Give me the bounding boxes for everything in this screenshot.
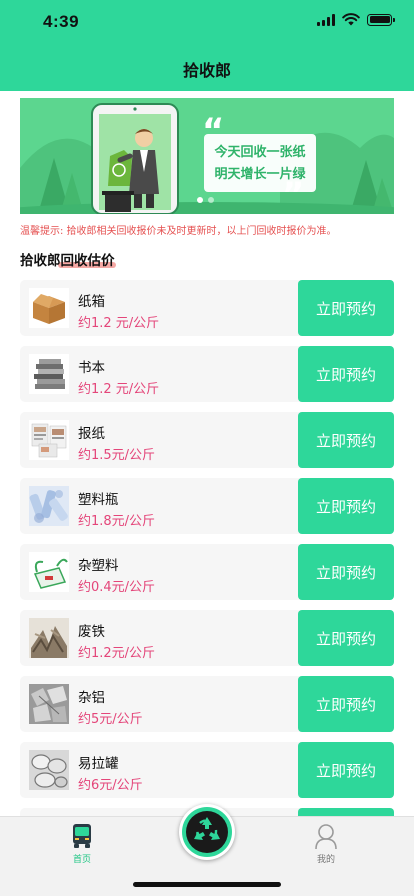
book-button-partial[interactable]	[298, 808, 394, 816]
status-bar: 4:39	[0, 0, 414, 46]
list-item: 纸箱 约1.2 元/公斤 立即预约	[20, 280, 394, 336]
tab-home[interactable]: 首页	[52, 821, 112, 867]
item-name: 塑料瓶	[78, 492, 119, 508]
item-name: 废铁	[78, 624, 105, 640]
item-price: 约1.2 元/公斤	[78, 382, 160, 397]
scrap-iron-icon	[29, 618, 69, 658]
item-price: 约6元/公斤	[78, 778, 143, 793]
item-price: 约1.2 元/公斤	[78, 316, 160, 331]
item-price: 约1.8元/公斤	[78, 514, 156, 529]
plastic-bottles-icon	[29, 486, 69, 526]
notice-text: 温馨提示: 拾收郎相关回收报价未及时更新时，以上门回收时报价为准。	[20, 226, 337, 237]
item-name: 杂铝	[78, 690, 105, 706]
home-indicator	[133, 882, 281, 887]
battery-icon	[367, 13, 395, 26]
status-icons	[317, 13, 395, 26]
book-button[interactable]: 立即预约	[298, 742, 394, 798]
list-item: 废铁 约1.2元/公斤 立即预约	[20, 610, 394, 666]
status-time: 4:39	[43, 12, 80, 31]
book-button[interactable]: 立即预约	[298, 346, 394, 402]
tab-mine-label: 我的	[316, 855, 335, 865]
aluminum-scrap-icon	[29, 684, 69, 724]
item-list: 纸箱 约1.2 元/公斤 立即预约 书本 约1.2 元/公斤 立即预约 报纸 约…	[20, 280, 394, 816]
recycle-icon	[182, 807, 232, 857]
plastic-bag-icon	[29, 552, 69, 592]
book-button[interactable]: 立即预约	[298, 610, 394, 666]
center-recycle-button[interactable]	[179, 804, 235, 860]
banner-line2: 明天增长一片绿	[214, 166, 306, 182]
list-item: 杂铝 约5元/公斤 立即预约	[20, 676, 394, 732]
list-item: 书本 约1.2 元/公斤 立即预约	[20, 346, 394, 402]
books-icon	[29, 354, 69, 394]
banner-line1: 今天回收一张纸	[213, 144, 305, 160]
wifi-icon	[342, 13, 360, 26]
signal-icon	[317, 13, 335, 26]
nav-bar: 拾收郎	[0, 46, 414, 91]
item-name: 报纸	[78, 426, 105, 442]
newspaper-icon	[29, 420, 69, 460]
list-item: 易拉罐 约6元/公斤 立即预约	[20, 742, 394, 798]
page-title: 拾收郎	[182, 60, 231, 80]
item-name: 杂塑料	[78, 558, 119, 574]
list-item: 塑料瓶 约1.8元/公斤 立即预约	[20, 478, 394, 534]
book-button[interactable]: 立即预约	[298, 544, 394, 600]
book-button[interactable]: 立即预约	[298, 412, 394, 468]
tab-mine[interactable]: 我的	[296, 821, 356, 867]
item-name: 纸箱	[78, 294, 105, 310]
item-name: 易拉罐	[78, 756, 119, 772]
main-content: “ ” 今天回收一张纸 明天增长一片绿 温馨提示: 拾收郎相关回收报价未及时更新…	[0, 91, 414, 816]
banner-illustration: “ ” 今天回收一张纸 明天增长一片绿	[20, 98, 394, 214]
book-button[interactable]: 立即预约	[298, 280, 394, 336]
promo-banner[interactable]: “ ” 今天回收一张纸 明天增长一片绿	[20, 98, 394, 214]
user-icon	[315, 824, 337, 850]
cardboard-box-icon	[29, 288, 69, 328]
section-title: 拾收郎回收估价	[20, 253, 115, 269]
list-item: 报纸 约1.5元/公斤 立即预约	[20, 412, 394, 468]
list-item: 杂塑料 约0.4元/公斤 立即预约	[20, 544, 394, 600]
book-button[interactable]: 立即预约	[298, 676, 394, 732]
item-price: 约1.5元/公斤	[78, 448, 156, 463]
book-button[interactable]: 立即预约	[298, 478, 394, 534]
truck-icon	[73, 824, 91, 848]
cans-icon	[29, 750, 69, 790]
item-price: 约0.4元/公斤	[78, 580, 156, 595]
tab-home-label: 首页	[72, 855, 91, 865]
item-name: 书本	[78, 360, 105, 376]
item-price: 约1.2元/公斤	[78, 646, 156, 661]
item-price: 约5元/公斤	[78, 712, 143, 727]
